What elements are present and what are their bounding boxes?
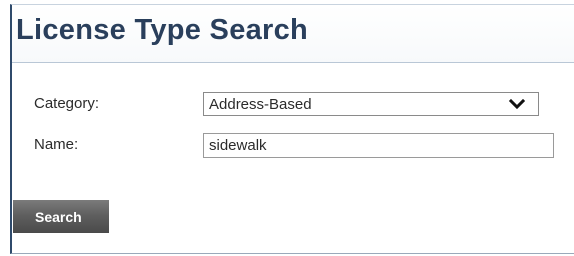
name-input[interactable]	[203, 133, 554, 158]
category-select[interactable]: Address-Based	[203, 92, 539, 116]
chevron-down-icon	[508, 98, 526, 110]
search-panel: License Type Search Category: Address-Ba…	[10, 4, 574, 254]
category-label: Category:	[34, 95, 100, 112]
license-type-search-page: License Type Search Category: Address-Ba…	[0, 0, 574, 256]
name-label: Name:	[34, 136, 79, 153]
page-title: License Type Search	[16, 14, 309, 46]
search-button[interactable]: Search	[13, 200, 109, 233]
category-select-value: Address-Based	[209, 96, 312, 113]
panel-header: License Type Search	[12, 5, 574, 63]
outer-margin	[0, 0, 10, 256]
